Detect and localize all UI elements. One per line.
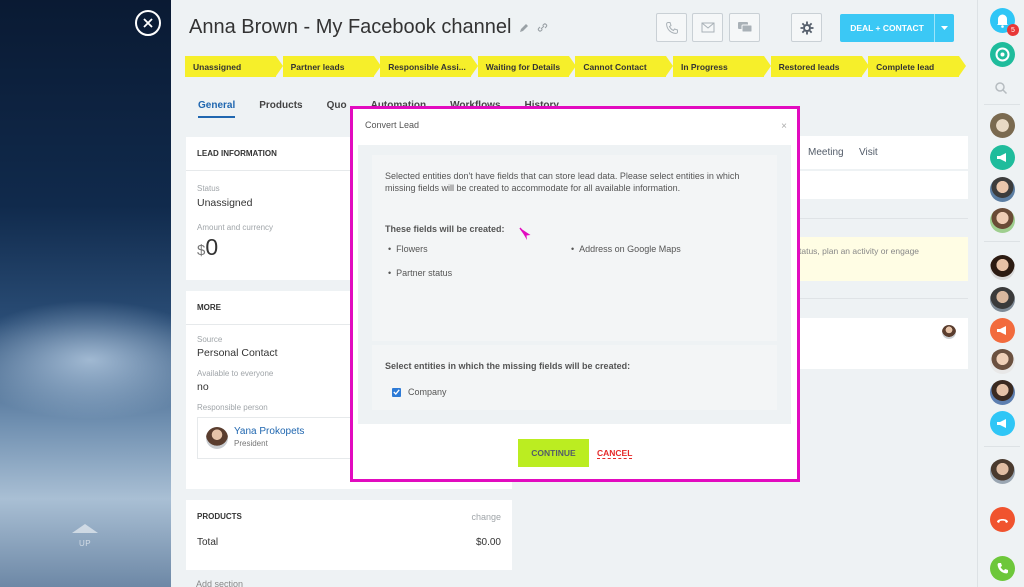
avatar[interactable] (990, 113, 1015, 138)
notification-count-badge: 5 (1007, 24, 1019, 36)
highlight-frame (350, 106, 800, 482)
chat-circle-icon (995, 47, 1010, 62)
avatar[interactable] (990, 255, 1015, 280)
open-channels-button[interactable] (990, 42, 1015, 67)
megaphone-icon (997, 153, 1006, 162)
avatar[interactable] (990, 349, 1015, 374)
avatar[interactable] (990, 177, 1015, 202)
phone-icon (997, 563, 1008, 574)
avatar[interactable] (990, 208, 1015, 233)
phone-button[interactable] (990, 556, 1015, 581)
notifications-button[interactable]: 5 (990, 8, 1019, 36)
megaphone-icon (997, 326, 1006, 335)
divider (984, 241, 1020, 242)
search-icon (995, 82, 1008, 95)
avatar[interactable] (990, 380, 1015, 405)
group-chat-button[interactable] (990, 411, 1015, 436)
cursor-arrow-icon (519, 227, 531, 240)
call-widget-button[interactable] (990, 507, 1015, 532)
divider (984, 104, 1020, 105)
search-button[interactable] (994, 81, 1008, 100)
group-chat-button[interactable] (990, 145, 1015, 170)
avatar[interactable] (990, 459, 1015, 484)
phone-hangup-icon (997, 519, 1008, 523)
avatar[interactable] (990, 287, 1015, 312)
megaphone-icon (997, 419, 1006, 428)
group-chat-button[interactable] (990, 318, 1015, 343)
mouse-cursor (518, 226, 532, 249)
right-sidebar: 5 (977, 0, 1024, 587)
divider (984, 446, 1020, 447)
